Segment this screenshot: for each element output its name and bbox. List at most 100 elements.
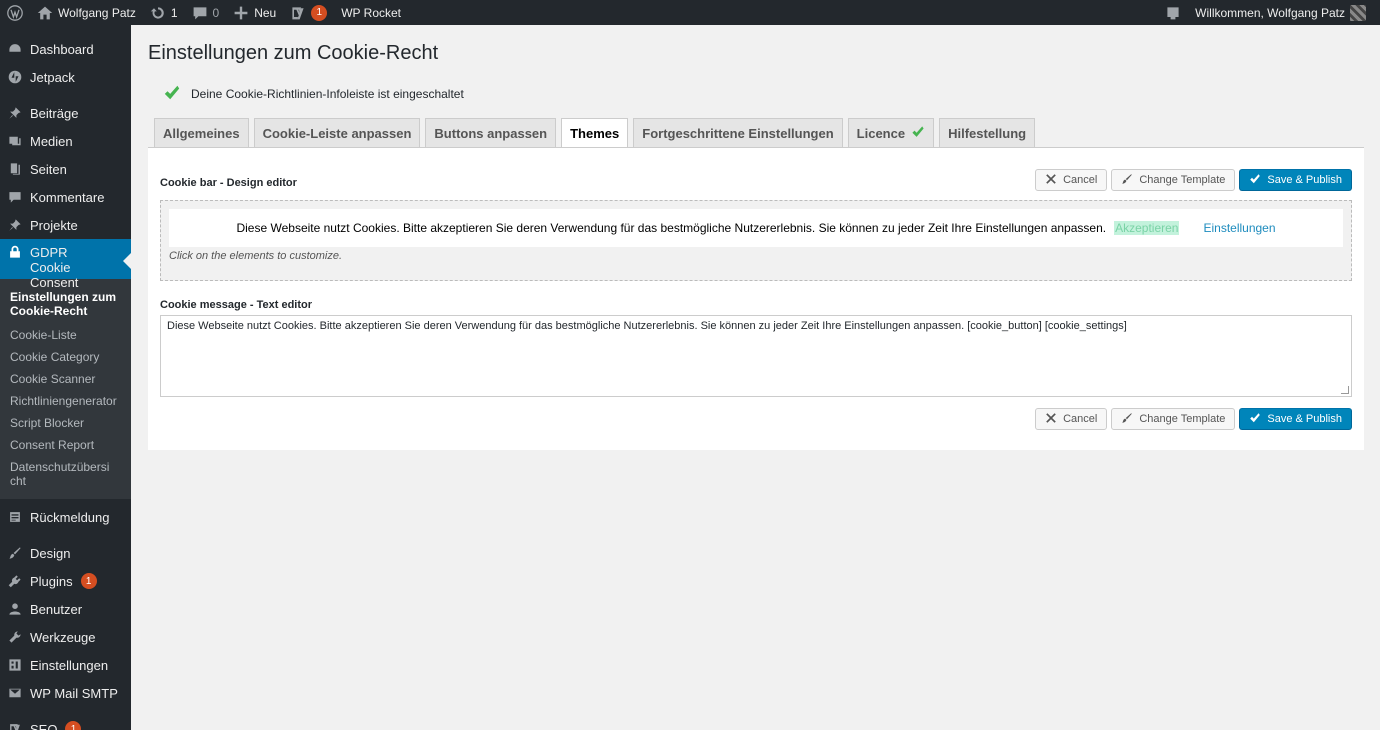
submenu-item-cookie-scanner[interactable]: Cookie Scanner [0,368,131,390]
site-name-link[interactable]: Wolfgang Patz [30,0,143,25]
gdpr-submenu: Einstellungen zum Cookie-Recht Cookie-Li… [0,279,131,499]
cancel-button[interactable]: Cancel [1035,169,1108,191]
sidebar-item-projekte[interactable]: Projekte [0,211,131,239]
sidebar-label: Projekte [30,217,78,233]
submenu-item-script-blocker[interactable]: Script Blocker [0,412,131,434]
account-link[interactable]: Willkommen, Wolfgang Patz [1188,0,1380,25]
submenu-item-cookie-liste[interactable]: Cookie-Liste [0,324,131,346]
tab-hilfestellung[interactable]: Hilfestellung [939,118,1036,147]
preview-hint: Click on the elements to customize. [169,250,343,262]
page-icon [8,162,22,176]
sidebar-item-kommentare[interactable]: Kommentare [0,183,131,211]
save-publish-button-bottom[interactable]: Save & Publish [1239,408,1352,430]
sidebar-item-medien[interactable]: Medien [0,127,131,155]
sidebar-label: Kommentare [30,189,105,205]
sidebar-label: Einstellungen [30,657,109,673]
yoast-link[interactable]: 1 [283,0,334,25]
pin-icon [8,106,22,120]
settings-icon [8,658,22,672]
sidebar-label: WP Mail SMTP [30,685,118,701]
update-icon [150,5,166,21]
sidebar-item-plugins[interactable]: Plugins 1 [0,567,131,595]
settings-link-preview[interactable]: Einstellungen [1203,221,1275,235]
tab-buttons[interactable]: Buttons anpassen [425,118,557,147]
cookie-message-textarea[interactable]: Diese Webseite nutzt Cookies. Bitte akze… [160,315,1352,397]
submenu-item-richtliniengenerator[interactable]: Richtliniengenerator [0,390,131,412]
sidebar-item-seiten[interactable]: Seiten [0,155,131,183]
tab-themes[interactable]: Themes [561,118,629,148]
sidebar-item-jetpack[interactable]: Jetpack [0,63,131,91]
submenu-item-consent-report[interactable]: Consent Report [0,434,131,456]
checkmark-icon [163,84,181,105]
close-icon [1045,173,1057,188]
media-icon [8,134,22,148]
mail-icon [8,686,22,700]
notice-text: Deine Cookie-Richtlinien-Infoleiste ist … [191,87,464,101]
cookie-message-value: Diese Webseite nutzt Cookies. Bitte akze… [167,320,1127,332]
cancel-label: Cancel [1063,413,1098,425]
sidebar-item-seo[interactable]: SEO 1 [0,715,131,730]
plus-icon [233,5,249,21]
admin-bar: Wolfgang Patz 1 0 Neu 1 WP Rocket Willko… [0,0,1380,25]
brush-icon [1121,412,1133,427]
comments-link[interactable]: 0 [185,0,227,25]
checkmark-icon [1249,412,1261,427]
plugins-update-badge: 1 [80,573,97,589]
cookie-bar[interactable]: Diese Webseite nutzt Cookies. Bitte akze… [169,209,1343,247]
change-template-button[interactable]: Change Template [1111,169,1236,191]
sidebar-item-beitraege[interactable]: Beiträge [0,99,131,127]
cancel-label: Cancel [1063,174,1098,186]
comment-icon [8,190,22,204]
wp-logo-button[interactable] [0,0,30,25]
wp-rocket-link[interactable]: WP Rocket [334,0,408,25]
sidebar-item-wp-mail-smtp[interactable]: WP Mail SMTP [0,679,131,707]
sidebar-item-dashboard[interactable]: Dashboard [0,35,131,63]
sidebar-item-gdpr-cookie-consent[interactable]: GDPR Cookie Consent [0,239,131,290]
change-template-button-bottom[interactable]: Change Template [1111,408,1236,430]
text-editor-actions: Cancel Change Template Save & Publish [1035,408,1352,430]
sidebar-label: Seiten [30,161,67,177]
dashboard-icon [8,42,22,56]
tab-licence-label: Licence [856,125,906,141]
site-name: Wolfgang Patz [58,5,136,20]
status-notice: Deine Cookie-Richtlinien-Infoleiste ist … [163,84,1364,104]
tab-licence[interactable]: Licence [847,118,935,147]
sidebar-label: Werkzeuge [30,629,96,645]
sidebar-item-design[interactable]: Design [0,539,131,567]
yoast-icon [290,5,306,21]
greeting: Willkommen, Wolfgang Patz [1195,5,1345,20]
sidebar-label: Beiträge [30,105,79,121]
resize-handle[interactable] [1341,386,1349,394]
new-content-link[interactable]: Neu [226,0,283,25]
cookie-bar-message[interactable]: Diese Webseite nutzt Cookies. Bitte akze… [236,221,1106,235]
sidebar-item-einstellungen[interactable]: Einstellungen [0,651,131,679]
change-template-label: Change Template [1139,174,1226,186]
yoast-icon [8,722,22,730]
text-editor-label: Cookie message - Text editor [160,299,313,311]
tab-fortgeschrittene[interactable]: Fortgeschrittene Einstellungen [633,118,843,147]
notification-link[interactable] [1158,0,1188,25]
sidebar-label: SEO [30,721,58,730]
tab-allgemeines[interactable]: Allgemeines [154,118,249,147]
sidebar-item-werkzeuge[interactable]: Werkzeuge [0,623,131,651]
submenu-item-datenschutzuebersicht[interactable]: Datenschutzübersicht [0,456,120,492]
accept-button-preview[interactable]: Akzeptieren [1114,221,1180,235]
sidebar-label: Benutzer [30,601,83,617]
save-publish-button[interactable]: Save & Publish [1239,169,1352,191]
save-publish-label: Save & Publish [1267,413,1342,425]
design-editor-label: Cookie bar - Design editor [160,177,297,189]
user-icon [8,602,22,616]
admin-sidebar: Dashboard Jetpack Beiträge Medien Seiten… [0,25,131,730]
sidebar-item-benutzer[interactable]: Benutzer [0,595,131,623]
updates-count: 1 [170,5,178,20]
new-label: Neu [254,5,277,20]
home-icon [37,5,53,21]
updates-link[interactable]: 1 [143,0,185,25]
submenu-item-cookie-category[interactable]: Cookie Category [0,346,131,368]
submenu-item-einstellungen[interactable]: Einstellungen zum Cookie-Recht [0,286,131,322]
cancel-button-bottom[interactable]: Cancel [1035,408,1108,430]
tab-cookie-leiste[interactable]: Cookie-Leiste anpassen [253,118,421,147]
jetpack-icon [8,70,22,84]
sidebar-item-rueckmeldung[interactable]: Rückmeldung [0,503,131,531]
comment-icon [192,5,208,21]
